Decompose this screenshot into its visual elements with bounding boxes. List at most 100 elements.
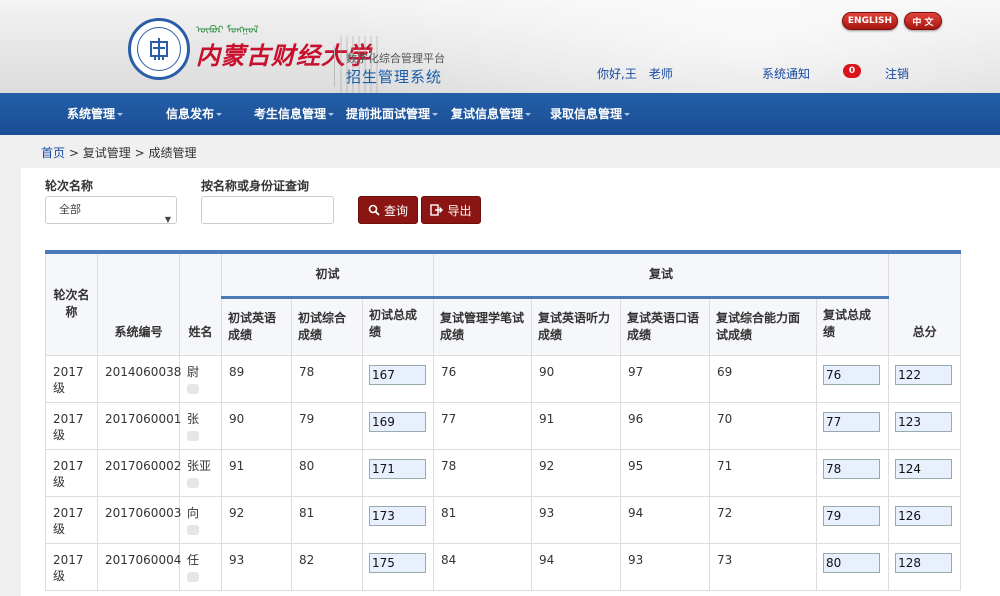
total-input[interactable]: 123 bbox=[895, 411, 953, 432]
re-total-input[interactable]: 77 bbox=[823, 411, 881, 432]
re-total-input[interactable]: 78 bbox=[823, 458, 881, 479]
export-icon bbox=[430, 204, 444, 216]
redacted-name-mark bbox=[187, 430, 199, 441]
cell-re-mgmt: 77 bbox=[433, 401, 533, 450]
system-notice-link[interactable]: 系统通知 bbox=[762, 65, 810, 82]
cell-re-total: 77 bbox=[816, 401, 890, 450]
cell-total: 126 bbox=[888, 495, 962, 544]
cell-name: 张 bbox=[179, 401, 222, 450]
cell-re-listen: 92 bbox=[531, 448, 622, 497]
caret-down-icon bbox=[328, 113, 335, 116]
round-select[interactable]: 全部 ▼ bbox=[45, 196, 177, 224]
notice-count-badge: 0 bbox=[843, 64, 861, 78]
total-input[interactable]: 124 bbox=[895, 458, 953, 479]
cell-re-mgmt: 84 bbox=[433, 542, 533, 591]
header-re-oral: 复试英语口语成绩 bbox=[620, 295, 711, 356]
nav-info-publish[interactable]: 信息发布 bbox=[166, 93, 223, 135]
table-row: 2017级 2017060003 向 92 81 173 81 93 94 72 79 126 bbox=[45, 495, 962, 544]
cell-re-ability: 70 bbox=[709, 401, 818, 450]
re-total-input[interactable]: 79 bbox=[823, 505, 881, 526]
re-total-input[interactable]: 76 bbox=[823, 364, 881, 385]
init-total-input[interactable]: 173 bbox=[369, 505, 426, 526]
cell-re-ability: 72 bbox=[709, 495, 818, 544]
cell-init-en: 89 bbox=[221, 354, 292, 403]
header-re-listen: 复试英语听力成绩 bbox=[531, 295, 622, 356]
cell-re-listen: 94 bbox=[531, 542, 622, 591]
cell-init-total: 175 bbox=[361, 542, 435, 591]
header-name: 姓名 bbox=[179, 251, 222, 356]
table-row: 2017级 2017060001 张 90 79 169 77 91 96 70 77 123 bbox=[45, 401, 962, 450]
table-row: 2017级 2014060038 尉 89 78 167 76 90 97 69 76 122 bbox=[45, 354, 962, 403]
university-seal-icon bbox=[128, 18, 190, 80]
breadcrumb-home[interactable]: 首页 bbox=[41, 146, 65, 160]
header-group-retest: 复试 bbox=[433, 251, 890, 298]
cell-init-en: 91 bbox=[221, 448, 292, 497]
caret-down-icon bbox=[432, 113, 439, 116]
cell-re-ability: 71 bbox=[709, 448, 818, 497]
logout-link[interactable]: 注销 bbox=[885, 65, 909, 82]
init-total-input[interactable]: 167 bbox=[369, 364, 426, 385]
table-row: 2017级 2017060002 张亚 91 80 171 78 92 95 71 78 124 bbox=[45, 448, 962, 497]
cell-re-oral: 97 bbox=[620, 354, 711, 403]
cell-re-listen: 90 bbox=[531, 354, 622, 403]
cell-init-comp: 78 bbox=[291, 354, 363, 403]
cell-re-mgmt: 76 bbox=[433, 354, 533, 403]
search-input[interactable] bbox=[201, 196, 334, 224]
nav-early-interview[interactable]: 提前批面试管理 bbox=[346, 93, 439, 135]
cell-init-comp: 80 bbox=[291, 448, 363, 497]
search-icon bbox=[368, 204, 380, 216]
nav-candidate-info[interactable]: 考生信息管理 bbox=[254, 93, 335, 135]
cell-init-total: 171 bbox=[361, 448, 435, 497]
cell-init-comp: 82 bbox=[291, 542, 363, 591]
re-total-input[interactable]: 80 bbox=[823, 552, 881, 573]
cell-re-listen: 93 bbox=[531, 495, 622, 544]
redacted-name-mark bbox=[187, 524, 199, 535]
query-button[interactable]: 查询 bbox=[358, 196, 418, 224]
header-re-total: 复试总成绩 bbox=[816, 295, 890, 356]
total-input[interactable]: 122 bbox=[895, 364, 953, 385]
export-button[interactable]: 导出 bbox=[421, 196, 481, 224]
cell-init-total: 169 bbox=[361, 401, 435, 450]
seal-emblem-icon bbox=[150, 38, 168, 60]
cell-re-total: 76 bbox=[816, 354, 890, 403]
cell-sys-no: 2017060001 bbox=[97, 401, 181, 450]
cell-sys-no: 2014060038 bbox=[97, 354, 181, 403]
header-group-initial: 初试 bbox=[220, 251, 435, 298]
system-title: 招生管理系统 bbox=[346, 68, 443, 86]
cell-round: 2017级 bbox=[45, 448, 98, 497]
init-total-input[interactable]: 171 bbox=[369, 458, 426, 479]
cell-init-total: 173 bbox=[361, 495, 435, 544]
header-init-en: 初试英语成绩 bbox=[221, 295, 292, 356]
cell-re-listen: 91 bbox=[531, 401, 622, 450]
cell-total: 124 bbox=[888, 448, 962, 497]
nav-system-management[interactable]: 系统管理 bbox=[67, 93, 124, 135]
cell-total: 122 bbox=[888, 354, 962, 403]
chinese-button[interactable]: 中 文 bbox=[904, 12, 942, 30]
breadcrumb-level1[interactable]: 复试管理 bbox=[83, 146, 131, 160]
divider bbox=[334, 45, 335, 87]
nav-retest-info[interactable]: 复试信息管理 bbox=[451, 93, 532, 135]
cell-re-ability: 69 bbox=[709, 354, 818, 403]
cell-re-mgmt: 78 bbox=[433, 448, 533, 497]
english-button[interactable]: ENGLISH bbox=[842, 12, 898, 30]
cell-re-ability: 73 bbox=[709, 542, 818, 591]
cell-sys-no: 2017060002 bbox=[97, 448, 181, 497]
university-logo: ᠥᠪᠦᠷ ᠮᠣᠩᠭᠣᠯ 内蒙古财经大学 bbox=[196, 18, 370, 74]
total-input[interactable]: 126 bbox=[895, 505, 953, 526]
init-total-input[interactable]: 169 bbox=[369, 411, 426, 432]
cell-init-en: 92 bbox=[221, 495, 292, 544]
cell-re-oral: 95 bbox=[620, 448, 711, 497]
cell-name: 向 bbox=[179, 495, 222, 544]
cell-re-mgmt: 81 bbox=[433, 495, 533, 544]
cell-round: 2017级 bbox=[45, 354, 98, 403]
cell-init-en: 93 bbox=[221, 542, 292, 591]
cell-sys-no: 2017060003 bbox=[97, 495, 181, 544]
nav-admission-info[interactable]: 录取信息管理 bbox=[550, 93, 631, 135]
total-input[interactable]: 128 bbox=[895, 552, 953, 573]
caret-down-icon bbox=[117, 113, 124, 116]
init-total-input[interactable]: 175 bbox=[369, 552, 426, 573]
cell-name: 任 bbox=[179, 542, 222, 591]
cell-re-oral: 94 bbox=[620, 495, 711, 544]
cell-re-oral: 93 bbox=[620, 542, 711, 591]
user-greeting: 你好,王 老师 bbox=[597, 67, 673, 81]
